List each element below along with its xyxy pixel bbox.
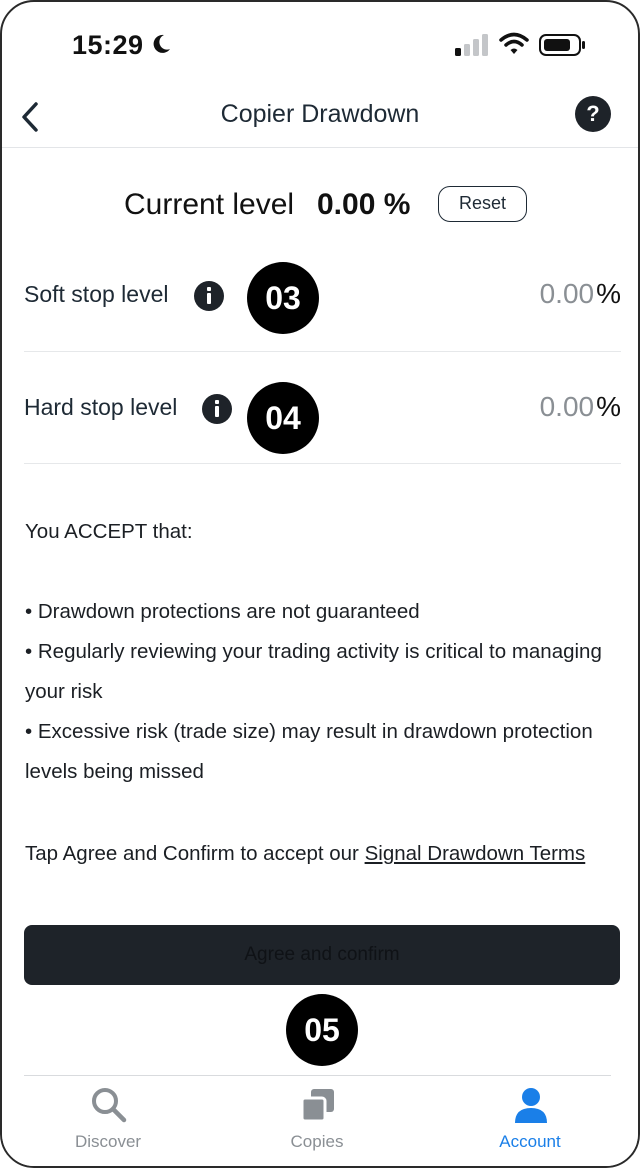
terms-bullets: • Drawdown protections are not guarantee…	[25, 592, 630, 792]
hard-stop-value-number: 0.00	[539, 391, 595, 422]
tab-bar: Discover Copies Account	[2, 1076, 638, 1166]
page-title: Copier Drawdown	[220, 100, 420, 128]
soft-stop-unit: %	[596, 278, 621, 309]
terms-bullet: • Regularly reviewing your trading activ…	[25, 640, 602, 703]
status-time: 15:29	[72, 30, 144, 60]
terms-heading: You ACCEPT that:	[25, 520, 193, 543]
terms-bullet: • Drawdown protections are not guarantee…	[25, 600, 420, 623]
agree-and-confirm-button[interactable]: Agree and confirm	[24, 925, 620, 985]
tap-agree-prefix: Tap Agree and Confirm to accept our	[25, 842, 365, 865]
soft-stop-row[interactable]: Soft stop level 03 0.00%	[24, 240, 621, 352]
help-button[interactable]: ?	[575, 96, 611, 132]
step-badge-05: 05	[286, 994, 358, 1066]
tab-discover[interactable]: Discover	[18, 1076, 198, 1166]
hard-stop-label: Hard stop level	[24, 394, 178, 420]
tab-account-label: Account	[499, 1132, 561, 1151]
phone-frame: 15:29 Copier Drawdown ? Current level 0.…	[0, 0, 640, 1168]
nav-header: Copier Drawdown ?	[2, 92, 638, 148]
hard-stop-value[interactable]: 0.00%	[540, 391, 621, 423]
tab-copies[interactable]: Copies	[227, 1076, 407, 1166]
battery-icon	[539, 34, 585, 56]
step-badge-04: 04	[247, 382, 319, 454]
soft-stop-value-number: 0.00	[539, 278, 595, 309]
moon-icon	[153, 34, 170, 53]
step-badge-03: 03	[247, 262, 319, 334]
soft-stop-info-icon[interactable]	[194, 281, 224, 311]
copies-icon	[300, 1089, 334, 1123]
current-level-row: Current level 0.00 % Reset	[2, 184, 638, 228]
signal-icon	[455, 34, 488, 56]
current-level-value: 0.00 %	[317, 188, 411, 221]
reset-button[interactable]: Reset	[438, 186, 527, 222]
wifi-icon	[499, 32, 529, 54]
status-bar: 15:29	[2, 2, 638, 92]
soft-stop-label: Soft stop level	[24, 281, 169, 307]
soft-stop-value[interactable]: 0.00%	[540, 278, 621, 310]
hard-stop-row[interactable]: Hard stop level 04 0.00%	[24, 352, 621, 464]
person-icon	[515, 1088, 547, 1123]
hard-stop-unit: %	[596, 391, 621, 422]
tap-agree-text: Tap Agree and Confirm to accept our Sign…	[25, 842, 585, 866]
search-icon	[92, 1088, 127, 1123]
tab-account[interactable]: Account	[440, 1076, 620, 1166]
current-level-label: Current level	[124, 188, 295, 221]
tab-copies-label: Copies	[290, 1132, 344, 1151]
hard-stop-info-icon[interactable]	[202, 394, 232, 424]
tab-discover-label: Discover	[74, 1132, 142, 1151]
terms-bullet: • Excessive risk (trade size) may result…	[25, 720, 593, 783]
signal-drawdown-terms-link[interactable]: Signal Drawdown Terms	[365, 842, 586, 865]
terms-block: You ACCEPT that: • Drawdown protections …	[25, 512, 630, 792]
